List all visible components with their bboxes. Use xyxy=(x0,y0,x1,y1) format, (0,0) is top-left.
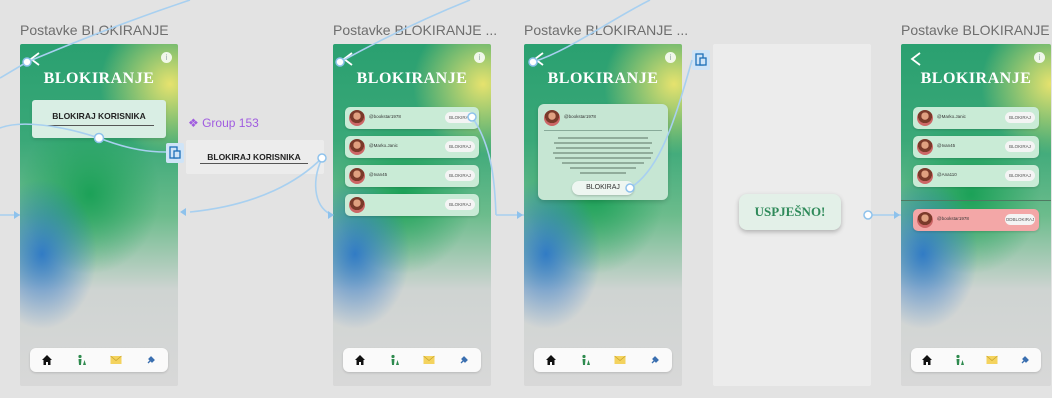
device-icon[interactable] xyxy=(166,143,184,163)
username: @Ivan45 xyxy=(369,172,388,177)
username: @Marko.Janic xyxy=(369,143,398,148)
block-button[interactable]: BLOKIRAJ xyxy=(1005,112,1035,123)
block-button[interactable]: BLOKIRAJ xyxy=(445,199,475,210)
back-icon[interactable] xyxy=(909,52,923,66)
back-icon[interactable] xyxy=(532,52,546,66)
user-row: @bookstar1978 BLOKIRAJ xyxy=(345,107,479,129)
user-row: @Ana110 BLOKIRAJ xyxy=(913,165,1039,187)
block-button[interactable]: BLOKIRAJ xyxy=(445,112,475,123)
bottom-nav xyxy=(30,348,168,372)
device-icon[interactable] xyxy=(692,50,710,70)
home-icon[interactable] xyxy=(40,353,54,367)
frame-blokiranje-1[interactable]: i BLOKIRANJE BLOKIRAJ KORISNIKA xyxy=(20,44,178,386)
frame-label[interactable]: Postavke BLOKIRANJE ... xyxy=(333,22,497,38)
mail-icon[interactable] xyxy=(613,353,627,367)
divider xyxy=(544,130,662,131)
pin-icon[interactable] xyxy=(144,353,158,367)
mail-icon[interactable] xyxy=(422,353,436,367)
block-button[interactable]: BLOKIRAJ xyxy=(445,141,475,152)
pin-icon[interactable] xyxy=(457,353,471,367)
dialog-message-placeholder xyxy=(553,137,653,174)
username: @Ivan45 xyxy=(937,143,956,148)
info-icon[interactable]: i xyxy=(474,52,485,63)
frame-label[interactable]: Postavke BLOKIRANJE ... xyxy=(524,22,688,38)
person-tree-icon[interactable] xyxy=(953,353,967,367)
block-user-card: BLOKIRAJ KORISNIKA xyxy=(32,100,166,138)
frame-blokiranje-5[interactable]: i BLOKIRANJE @Marko.Janic BLOKIRAJ @Ivan… xyxy=(901,44,1051,386)
frame-label[interactable]: Postavke BLOKIRANJE xyxy=(20,22,169,38)
pin-icon[interactable] xyxy=(648,353,662,367)
block-button[interactable]: BLOKIRAJ xyxy=(445,170,475,181)
group-153-label[interactable]: ❖ Group 153 xyxy=(188,116,259,130)
page-title: BLOKIRANJE xyxy=(920,70,1032,87)
home-icon[interactable] xyxy=(544,353,558,367)
person-tree-icon[interactable] xyxy=(388,353,402,367)
username: @bookstar1978 xyxy=(937,216,969,221)
page-title: BLOKIRANJE xyxy=(547,70,659,87)
design-canvas[interactable]: Postavke BLOKIRANJE i BLOKIRANJE BLOKIRA… xyxy=(0,0,1052,398)
user-row: @Ivan45 BLOKIRAJ xyxy=(345,165,479,187)
frame-label[interactable]: Postavke BLOKIRANJE ... xyxy=(901,22,1052,38)
username: @Marko.Janic xyxy=(937,114,966,119)
username: @Ana110 xyxy=(937,172,957,177)
avatar xyxy=(349,197,365,213)
avatar xyxy=(917,110,933,126)
mail-icon[interactable] xyxy=(985,353,999,367)
username: @bookstar1978 xyxy=(564,114,596,119)
info-icon[interactable]: i xyxy=(161,52,172,63)
user-row-blocked: @bookstar1978 ODBLOKIRAJ xyxy=(913,209,1039,231)
bottom-nav xyxy=(343,348,481,372)
frame-success[interactable]: USPJEŠNO! xyxy=(713,44,871,386)
person-tree-icon[interactable] xyxy=(579,353,593,367)
success-button[interactable]: USPJEŠNO! xyxy=(739,194,841,230)
block-user-button[interactable]: BLOKIRAJ KORISNIKA xyxy=(200,151,308,164)
unblock-button[interactable]: ODBLOKIRAJ xyxy=(1005,214,1035,225)
block-button[interactable]: BLOKIRAJ xyxy=(1005,170,1035,181)
group-153[interactable]: BLOKIRAJ KORISNIKA xyxy=(186,140,324,174)
username: @bookstar1978 xyxy=(369,114,401,119)
back-icon[interactable] xyxy=(28,52,42,66)
info-icon[interactable]: i xyxy=(665,52,676,63)
bottom-nav xyxy=(911,348,1041,372)
block-button[interactable]: BLOKIRAJ xyxy=(1005,141,1035,152)
info-icon[interactable]: i xyxy=(1034,52,1045,63)
back-icon[interactable] xyxy=(341,52,355,66)
frame-blokiranje-2[interactable]: i BLOKIRANJE @bookstar1978 BLOKIRAJ @Mar… xyxy=(333,44,491,386)
home-icon[interactable] xyxy=(920,353,934,367)
divider xyxy=(901,200,1051,201)
bottom-nav xyxy=(534,348,672,372)
pin-icon[interactable] xyxy=(1018,353,1032,367)
person-tree-icon[interactable] xyxy=(75,353,89,367)
avatar xyxy=(917,139,933,155)
avatar xyxy=(917,168,933,184)
mail-icon[interactable] xyxy=(109,353,123,367)
confirm-block-button[interactable]: BLOKIRAJ xyxy=(572,181,634,195)
page-title: BLOKIRANJE xyxy=(43,70,155,87)
avatar xyxy=(349,110,365,126)
avatar xyxy=(544,110,560,126)
page-title: BLOKIRANJE xyxy=(356,70,468,87)
component-icon: ❖ xyxy=(188,116,203,130)
block-confirm-dialog: @bookstar1978 BLOKIRAJ xyxy=(538,104,668,200)
avatar xyxy=(917,212,933,228)
user-row: BLOKIRAJ xyxy=(345,194,479,216)
avatar xyxy=(349,168,365,184)
user-row: @Marko.Janic BLOKIRAJ xyxy=(913,107,1039,129)
avatar xyxy=(349,139,365,155)
home-icon[interactable] xyxy=(353,353,367,367)
user-row: @Marko.Janic BLOKIRAJ xyxy=(345,136,479,158)
block-user-button[interactable]: BLOKIRAJ KORISNIKA xyxy=(44,107,154,126)
frame-blokiranje-3[interactable]: i BLOKIRANJE @bookstar1978 BLOKIRAJ xyxy=(524,44,682,386)
user-row: @Ivan45 BLOKIRAJ xyxy=(913,136,1039,158)
